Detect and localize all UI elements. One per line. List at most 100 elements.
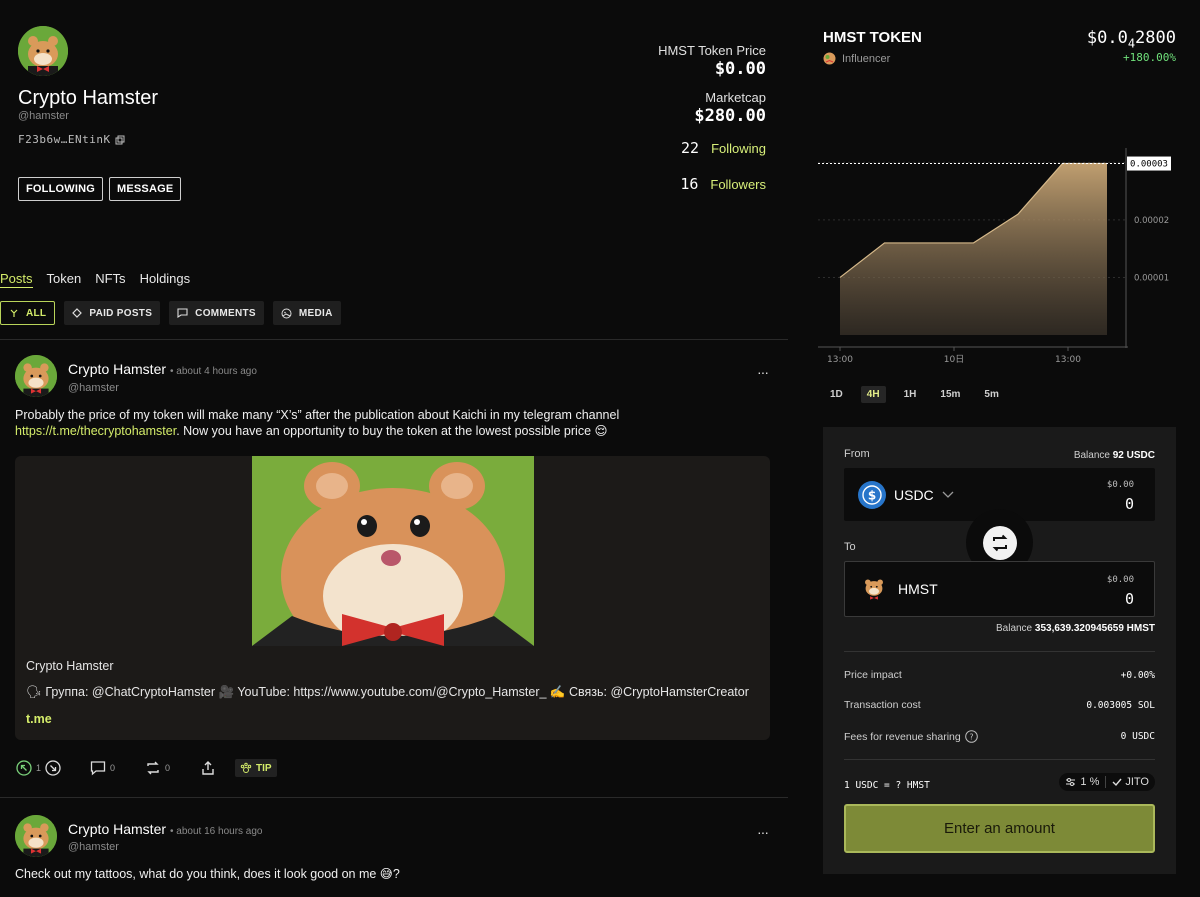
hamster-avatar-image [15,815,57,857]
post-timestamp: • about 16 hours ago [170,826,263,837]
followers-stat[interactable]: 16 Followers [680,175,766,193]
jito-label: JITO [1125,776,1149,788]
token-badge-label: Influencer [842,52,891,65]
tip-button[interactable]: TIP [235,759,277,777]
from-token-select[interactable]: $ USDC [858,481,954,509]
filter-media[interactable]: MEDIA [272,301,341,325]
current-price-label: 0.00003 [1130,160,1168,170]
timeframe-1d[interactable]: 1D [824,386,849,403]
downvote-icon[interactable] [45,760,61,776]
post-header: Crypto Hamster • about 16 hours ago [68,821,263,837]
y-tick-label: 0.00002 [1134,216,1169,226]
hmst-token-icon [860,575,888,603]
token-price-label: HMST Token Price [658,43,766,58]
price-impact-label: Price impact [844,669,902,681]
comment-icon [90,761,106,776]
swap-arrows-icon [992,534,1007,551]
filters-divider [0,339,788,340]
post-author-handle: @hamster [68,841,119,853]
help-icon[interactable]: ? [964,730,978,743]
from-balance-label: Balance [1073,450,1110,461]
filter-paid-posts-label: PAID POSTS [89,307,153,319]
wallet-address[interactable]: F23b6w…ENtinK [18,133,125,146]
profile-avatar [18,26,68,76]
hamster-avatar-image [18,26,68,76]
swap-direction-inner [982,525,1017,560]
repost-action[interactable]: 0 [145,760,170,776]
x-tick-label: 13:00 [1055,355,1081,365]
to-token-select[interactable]: HMST [860,575,938,603]
tx-cost-value: 0.003005 SOL [1086,700,1155,711]
filter-media-label: MEDIA [298,307,333,319]
to-label: To [844,541,856,553]
slippage-value: 1 % [1080,776,1100,788]
x-tick-label: 10日 [944,354,964,365]
from-usd-value: $0.00 [1106,480,1134,490]
following-button[interactable]: FOLLOWING [18,177,104,201]
post-link[interactable]: https://t.me/thecryptohamster [15,424,176,438]
sliders-icon [1066,778,1076,786]
profile-handle: @hamster [18,110,69,122]
upvote-icon[interactable] [16,760,32,776]
post-avatar[interactable] [15,815,57,857]
post-author-handle: @hamster [68,382,119,394]
vote-action: 1 [16,760,61,776]
fees-row: Fees for revenue sharing ? [844,730,978,743]
enter-amount-button[interactable]: Enter an amount [844,804,1155,853]
to-box: HMST $0.00 0 [844,561,1155,617]
slippage-setting[interactable]: 1 % [1065,776,1099,788]
comment-action[interactable]: 0 [90,760,115,776]
filter-comments-label: COMMENTS [195,307,256,319]
jito-toggle[interactable]: JITO [1112,776,1149,788]
tab-posts[interactable]: Posts [0,271,33,288]
following-stat[interactable]: 22 Following [681,139,766,157]
post-body: Probably the price of my token will make… [15,407,775,439]
copy-icon[interactable] [115,135,125,145]
post-header: Crypto Hamster • about 4 hours ago [68,361,257,377]
to-balance: Balance 353,639.320945659 HMST [996,623,1155,634]
timeframe-4h[interactable]: 4H [860,386,886,403]
more-options-icon[interactable]: ··· [757,364,769,380]
repost-icon [147,761,159,775]
all-icon [10,309,18,317]
post-divider [0,797,788,798]
tab-holdings[interactable]: Holdings [140,271,191,288]
swap-panel: From Balance 92 USDC $ USDC $0.00 0 To H… [823,427,1176,874]
price-chart[interactable]: 0.000030.000020.00001 13:0010日13:00 0.00… [818,148,1184,370]
settings-separator [1105,776,1107,788]
timeframe-1h[interactable]: 1H [898,386,923,403]
link-preview-card[interactable]: Crypto Hamster 🗣 Группа: @ChatCryptoHams… [15,456,770,740]
post-filters: ALL PAID POSTS COMMENTS MEDIA [0,301,341,325]
share-icon[interactable] [200,760,216,781]
filter-all[interactable]: ALL [0,301,56,325]
token-change: +180.00% [1123,51,1176,64]
timeframe-15m[interactable]: 15m [934,386,966,403]
tip-label: TIP [256,762,272,774]
token-title: HMST TOKEN [823,29,922,46]
filter-paid-posts[interactable]: PAID POSTS [64,301,161,325]
followers-label: Followers [710,177,766,192]
check-icon [1112,778,1122,787]
link-preview-domain[interactable]: t.me [26,712,52,726]
hamster-illustration [252,456,534,646]
hamster-avatar-image [15,355,57,397]
filter-comments[interactable]: COMMENTS [169,301,264,325]
to-balance-label: Balance [995,623,1033,634]
post-author-name[interactable]: Crypto Hamster [68,361,166,377]
tab-token[interactable]: Token [47,271,82,288]
more-options-icon[interactable]: ··· [757,824,769,840]
comment-icon [177,308,188,318]
post-author-name[interactable]: Crypto Hamster [68,821,166,837]
exchange-rate: 1 USDC = ? HMST [844,780,930,791]
x-tick-label: 13:00 [827,355,853,365]
timeframe-5m[interactable]: 5m [978,386,1004,403]
message-button[interactable]: MESSAGE [109,177,182,201]
link-preview-image [252,456,534,646]
tab-nfts[interactable]: NFTs [95,271,125,288]
from-amount-input[interactable]: 0 [1125,495,1134,513]
post-avatar[interactable] [15,355,57,397]
image-icon [281,308,292,318]
svg-text:?: ? [969,733,973,742]
from-balance: Balance 92 USDC [1074,450,1155,461]
svg-text:$: $ [868,489,876,503]
